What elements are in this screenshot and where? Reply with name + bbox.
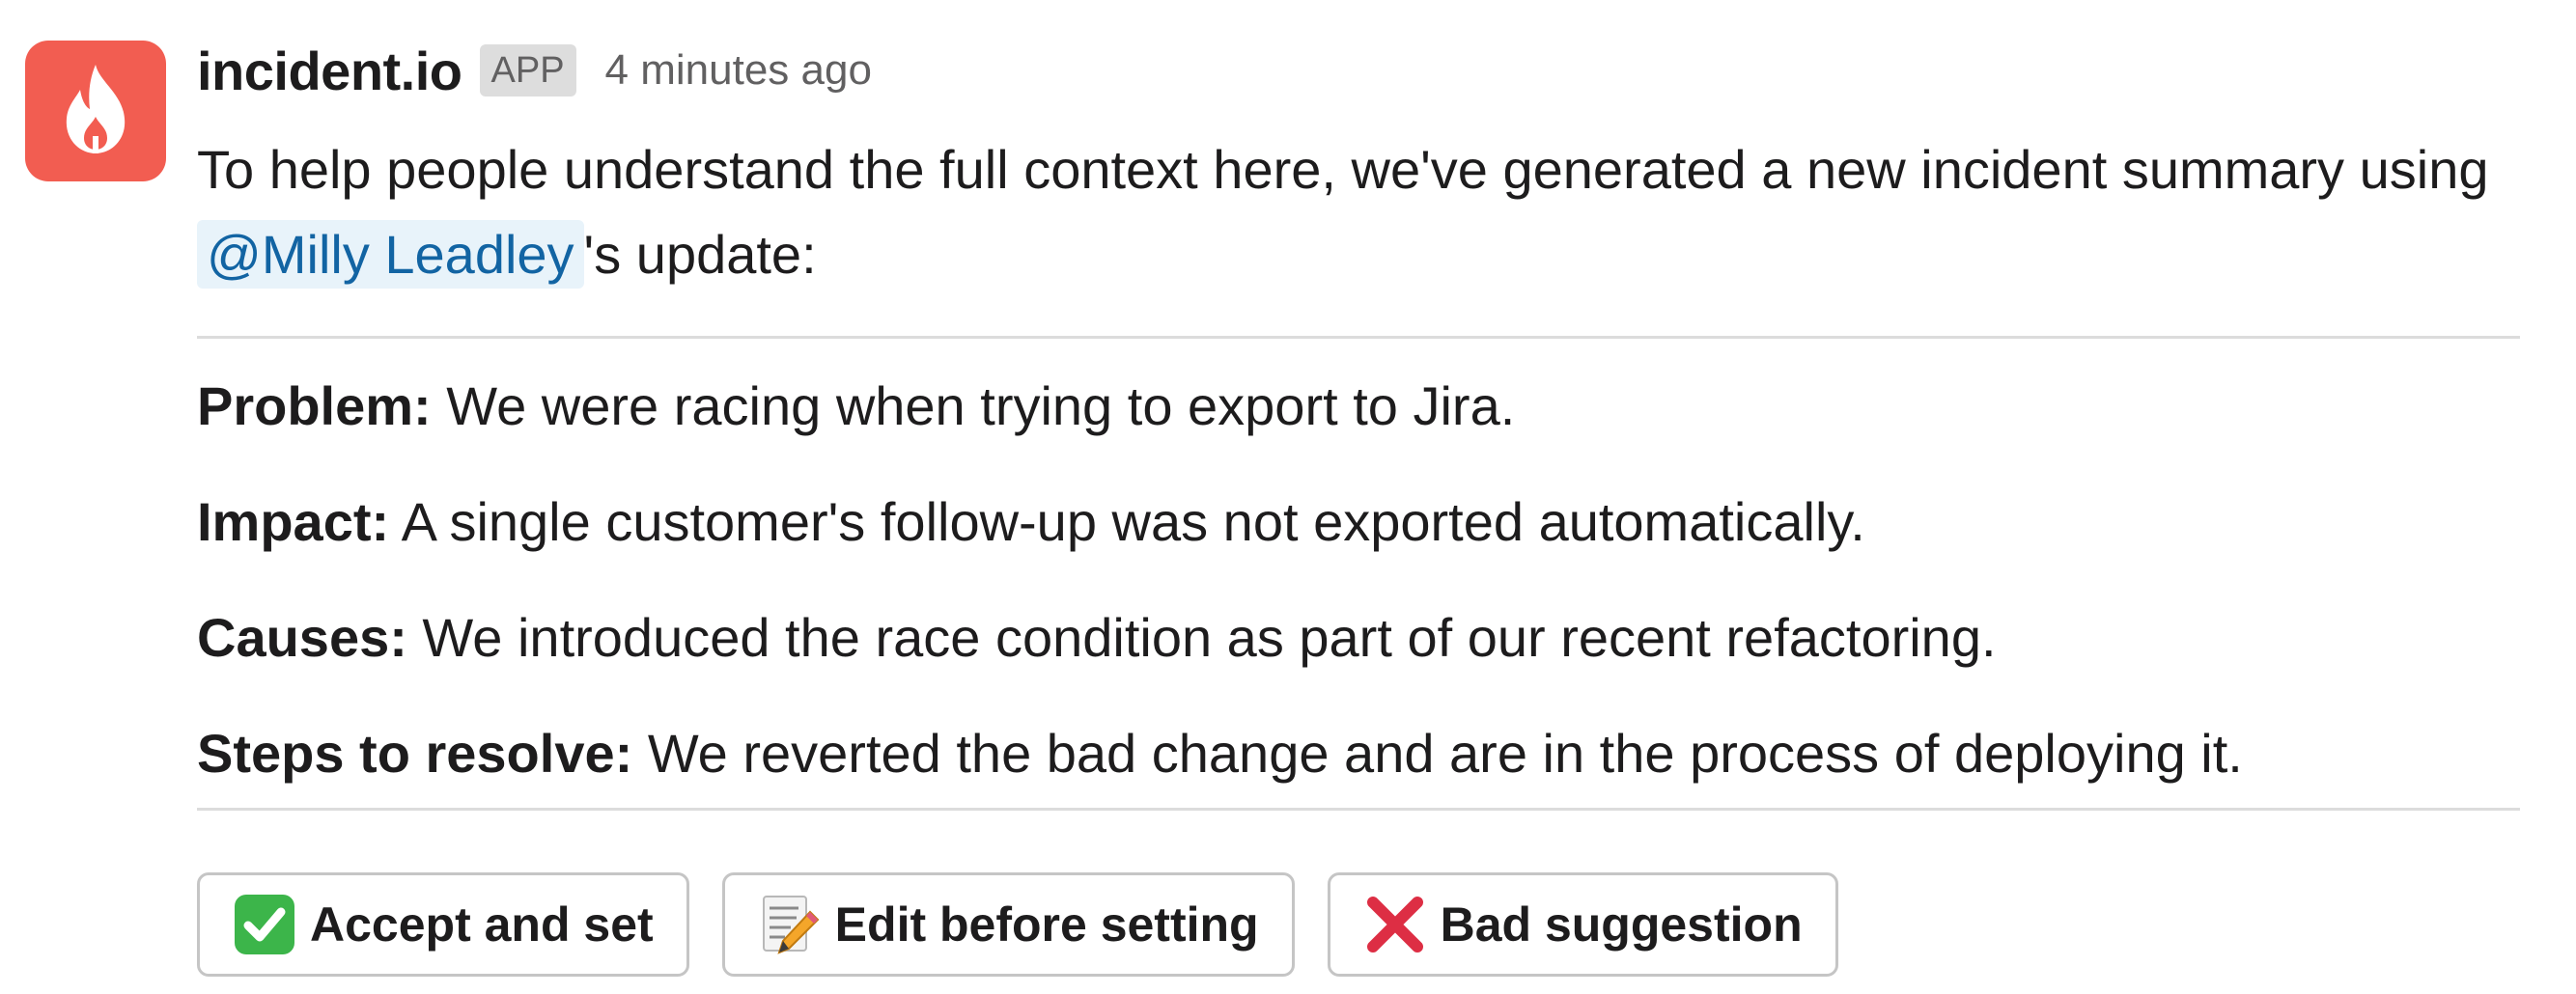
timestamp[interactable]: 4 minutes ago (605, 46, 872, 95)
summary-steps-label: Steps to resolve: (197, 723, 633, 784)
edit-before-setting-label: Edit before setting (834, 897, 1259, 952)
app-avatar[interactable] (25, 41, 166, 181)
summary-impact: Impact: A single customer's follow-up wa… (197, 487, 2524, 557)
summary-problem-text: We were racing when trying to export to … (431, 375, 1516, 436)
incident-summary-message: incident.io APP 4 minutes ago To help pe… (0, 0, 2576, 994)
summary-causes: Causes: We introduced the race condition… (197, 603, 2524, 673)
summary-steps: Steps to resolve: We reverted the bad ch… (197, 719, 2524, 788)
bad-suggestion-label: Bad suggestion (1440, 897, 1803, 952)
incident-summary: Problem: We were racing when trying to e… (197, 339, 2524, 808)
summary-problem: Problem: We were racing when trying to e… (197, 372, 2524, 441)
flame-icon (55, 61, 136, 162)
action-buttons: Accept and set Edit before setting Bad s… (197, 872, 2524, 977)
app-badge: APP (479, 44, 576, 97)
accept-and-set-button[interactable]: Accept and set (197, 872, 689, 977)
check-mark-icon (233, 893, 296, 956)
intro-text-after: 's update: (583, 224, 817, 285)
message-header: incident.io APP 4 minutes ago (197, 29, 2524, 112)
app-name[interactable]: incident.io (197, 40, 462, 102)
summary-impact-text: A single customer's follow-up was not ex… (389, 491, 1865, 552)
edit-before-setting-button[interactable]: Edit before setting (721, 872, 1295, 977)
summary-steps-text: We reverted the bad change and are in th… (632, 723, 2243, 784)
intro-text: To help people understand the full conte… (197, 127, 2524, 297)
intro-text-before: To help people understand the full conte… (197, 139, 2489, 200)
bad-suggestion-button[interactable]: Bad suggestion (1327, 872, 1838, 977)
message-content: incident.io APP 4 minutes ago To help pe… (197, 29, 2524, 977)
summary-causes-text: We introduced the race condition as part… (406, 607, 1997, 668)
summary-causes-label: Causes: (197, 607, 407, 668)
user-mention[interactable]: @Milly Leadley (197, 220, 584, 289)
divider-bottom (197, 808, 2520, 811)
cross-mark-icon (1363, 893, 1427, 956)
accept-and-set-label: Accept and set (310, 897, 654, 952)
summary-problem-label: Problem: (197, 375, 432, 436)
memo-pencil-icon (758, 893, 822, 956)
summary-impact-label: Impact: (197, 491, 390, 552)
